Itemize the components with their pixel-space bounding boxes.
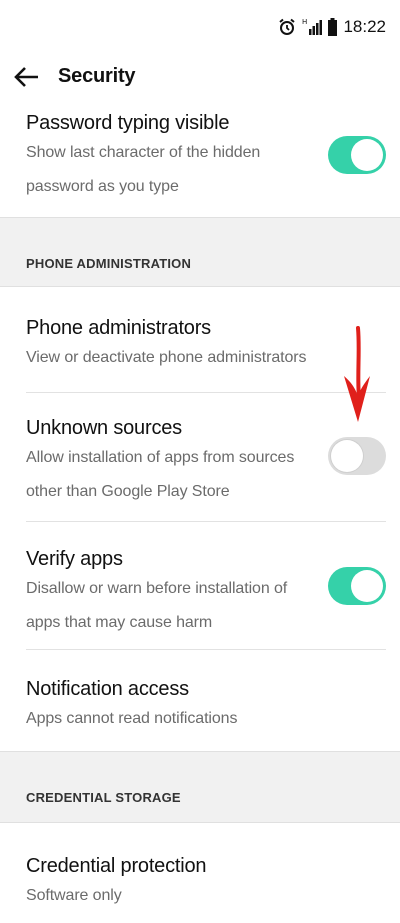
status-time: 18:22 [343, 17, 386, 36]
signal-icon: H [302, 18, 323, 36]
setting-verify-apps[interactable]: Verify apps Disallow or warn before inst… [0, 522, 400, 649]
toggle-knob [351, 570, 383, 602]
svg-text:H: H [302, 18, 307, 26]
setting-subtitle: other than Google Play Store [26, 483, 230, 500]
alarm-icon [278, 18, 296, 36]
status-bar: H 18:22 [0, 0, 400, 50]
setting-subtitle: Software only [26, 887, 122, 904]
setting-title: Notification access [26, 678, 189, 700]
setting-title: Unknown sources [26, 417, 182, 439]
page-title: Security [58, 65, 136, 87]
setting-subtitle: View or deactivate phone administrators [26, 349, 307, 366]
setting-subtitle: password as you type [26, 178, 179, 195]
setting-password-visible[interactable]: Password typing visible Show last charac… [0, 108, 400, 217]
setting-subtitle: Disallow or warn before installation of [26, 580, 288, 597]
annotation-arrow-icon [336, 326, 376, 426]
setting-title: Credential protection [26, 855, 207, 877]
section-title: CREDENTIAL STORAGE [26, 790, 181, 805]
arrow-left-icon[interactable] [14, 66, 40, 88]
toggle-knob [331, 440, 363, 472]
toggle-knob [351, 139, 383, 171]
setting-credential-protection[interactable]: Credential protection Software only [0, 823, 400, 923]
settings-list: Password typing visible Show last charac… [0, 108, 400, 923]
setting-notification-access[interactable]: Notification access Apps cannot read not… [0, 650, 400, 751]
section-header-credential-storage: CREDENTIAL STORAGE [0, 751, 400, 823]
setting-title: Verify apps [26, 548, 123, 570]
setting-subtitle: Show last character of the hidden [26, 144, 261, 161]
status-icons: H 18:22 [278, 17, 386, 37]
app-bar: Security [0, 56, 400, 100]
setting-title: Password typing visible [26, 112, 230, 134]
setting-title: Phone administrators [26, 317, 211, 339]
battery-icon [328, 18, 338, 36]
setting-subtitle: apps that may cause harm [26, 614, 213, 631]
setting-subtitle: Apps cannot read notifications [26, 710, 238, 727]
password-visible-toggle[interactable] [328, 136, 386, 174]
section-title: PHONE ADMINISTRATION [26, 256, 192, 271]
unknown-sources-toggle[interactable] [328, 437, 386, 475]
setting-subtitle: Allow installation of apps from sources [26, 449, 295, 466]
verify-apps-toggle[interactable] [328, 567, 386, 605]
section-header-phone-administration: PHONE ADMINISTRATION [0, 217, 400, 287]
